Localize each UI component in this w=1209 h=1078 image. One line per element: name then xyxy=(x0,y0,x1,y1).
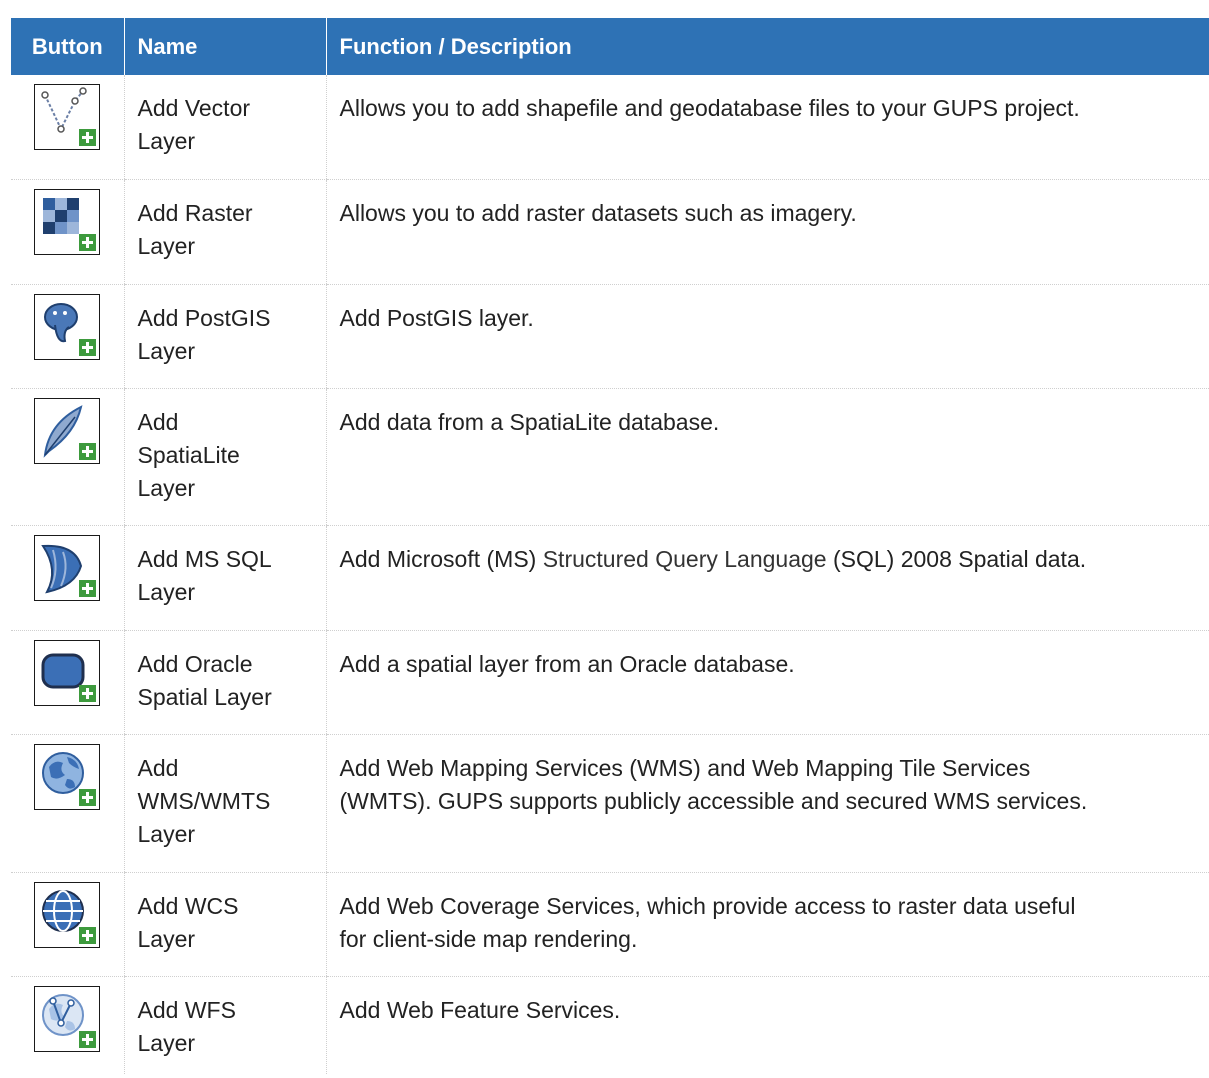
add-mssql-layer-button[interactable] xyxy=(34,534,101,601)
name-line: Add Vector xyxy=(137,95,251,121)
description-line: for client-side map rendering. xyxy=(339,925,638,952)
button-cell xyxy=(11,284,124,389)
name-line: Layer xyxy=(137,1029,196,1056)
name-line: Add xyxy=(137,754,179,781)
add-wms-layer-icon xyxy=(42,751,97,806)
name-cell: Add WFS Layer xyxy=(123,976,326,1074)
name-line: Add Oracle xyxy=(137,650,253,677)
add-raster-layer-icon xyxy=(43,197,97,251)
sql-glossary-link[interactable]: Structured Query Language xyxy=(543,546,827,572)
table-row: Add Oracle Spatial Layer Add a spatial l… xyxy=(11,630,1209,735)
description-line: Add Web Mapping Services (WMS) and Web M… xyxy=(339,754,1031,781)
name-cell: Add Vector Layer xyxy=(123,75,326,180)
description-line: Add Web Coverage Services, which provide… xyxy=(339,892,1076,919)
description-line: Allows you to add shapefile and geodatab… xyxy=(339,95,1080,121)
name-cell: Add Oracle Spatial Layer xyxy=(123,630,326,735)
name-line: WMS/WMTS xyxy=(137,787,271,814)
table-row: Add PostGIS Layer Add PostGIS layer. xyxy=(11,284,1209,389)
add-wcs-layer-button[interactable] xyxy=(34,881,101,948)
table-row: Add WMS/WMTS Layer Add Web Mapping Servi… xyxy=(11,734,1209,873)
add-wms-layer-button[interactable] xyxy=(34,743,101,810)
description-cell: Add PostGIS layer. xyxy=(325,284,1209,389)
table-row: Add WFS Layer Add Web Feature Services. xyxy=(11,976,1209,1074)
name-line: Add xyxy=(137,408,179,435)
description-text: (SQL) 2008 Spatial data. xyxy=(826,545,1087,572)
table-header: Button Name Function / Description xyxy=(11,18,1209,75)
name-line: SpatiaLite xyxy=(137,441,240,468)
button-cell xyxy=(11,976,124,1074)
add-postgis-layer-button[interactable] xyxy=(34,293,101,360)
name-line: Layer xyxy=(137,925,196,952)
button-cell xyxy=(11,872,124,977)
description-cell: Add a spatial layer from an Oracle datab… xyxy=(325,630,1209,735)
name-cell: Add Raster Layer xyxy=(123,179,326,285)
name-cell: Add WCS Layer xyxy=(123,872,326,977)
add-postgis-layer-icon xyxy=(44,302,97,356)
add-vector-layer-button[interactable] xyxy=(34,84,101,150)
description-line: Allows you to add raster datasets such a… xyxy=(339,199,857,226)
add-oracle-layer-icon xyxy=(41,653,97,702)
description-cell: Add Web Coverage Services, which provide… xyxy=(325,872,1209,977)
name-line: Add WFS xyxy=(137,996,236,1023)
description-cell: Allows you to add shapefile and geodatab… xyxy=(325,75,1209,180)
name-line: Layer xyxy=(137,578,196,605)
description-line: Add data from a SpatiaLite database. xyxy=(339,408,720,435)
name-line: Add PostGIS xyxy=(137,304,271,331)
description-cell: Add data from a SpatiaLite database. xyxy=(325,388,1209,526)
name-line: Layer xyxy=(137,820,196,847)
table-row: Add WCS Layer Add Web Coverage Services,… xyxy=(11,872,1209,977)
add-wfs-layer-button[interactable] xyxy=(34,985,101,1052)
description-text: Add Microsoft (MS) xyxy=(339,545,543,572)
description-line: Add PostGIS layer. xyxy=(339,304,534,331)
button-cell xyxy=(11,388,124,526)
add-mssql-layer-icon xyxy=(41,544,97,597)
description-line: Add Microsoft (MS) Structured Query Lang… xyxy=(340,543,1209,576)
button-cell xyxy=(11,75,124,180)
description-cell: Add Web Mapping Services (WMS) and Web M… xyxy=(325,734,1209,873)
button-cell xyxy=(11,734,124,873)
name-cell: Add PostGIS Layer xyxy=(123,284,326,389)
name-cell: Add WMS/WMTS Layer xyxy=(123,734,326,873)
name-cell: Add SpatiaLite Layer xyxy=(123,388,326,526)
add-oracle-layer-button[interactable] xyxy=(34,639,101,706)
button-cell xyxy=(11,179,124,285)
name-line: Spatial Layer xyxy=(137,683,272,710)
toolbar-buttons-table: Button Name Function / Description Add V… xyxy=(11,18,1209,1074)
description-line: Add a spatial layer from an Oracle datab… xyxy=(339,650,795,677)
table-row: Add Vector Layer Allows you to add shape… xyxy=(11,75,1209,180)
add-spatialite-layer-icon xyxy=(43,404,97,460)
name-cell: Add MS SQL Layer xyxy=(123,525,326,631)
add-vector-layer-icon xyxy=(41,87,97,146)
description-line: Add Web Feature Services. xyxy=(339,996,621,1023)
add-raster-layer-button[interactable] xyxy=(34,188,101,255)
table-row: Add Raster Layer Allows you to add raste… xyxy=(11,179,1209,285)
add-wfs-layer-icon xyxy=(42,993,97,1048)
name-line: Layer xyxy=(137,232,196,259)
header-button: Button xyxy=(11,18,124,75)
description-line: (WMTS). GUPS supports publicly accessibl… xyxy=(339,787,1088,814)
table-row: Add MS SQL Layer Add Microsoft (MS) Stru… xyxy=(11,525,1209,631)
name-line: Layer xyxy=(137,128,196,154)
description-cell: Add Web Feature Services. xyxy=(325,976,1209,1074)
name-line: Add MS SQL xyxy=(137,545,272,572)
header-name: Name xyxy=(123,18,326,75)
button-cell xyxy=(11,630,124,735)
name-line: Layer xyxy=(137,474,196,501)
table-row: Add SpatiaLite Layer Add data from a Spa… xyxy=(11,388,1209,526)
name-line: Add Raster xyxy=(137,199,253,226)
header-description: Function / Description xyxy=(325,18,1209,75)
header-row: Button Name Function / Description xyxy=(11,18,1209,75)
description-cell: Allows you to add raster datasets such a… xyxy=(325,179,1209,285)
name-line: Add WCS xyxy=(137,892,239,919)
name-line: Layer xyxy=(137,337,196,364)
description-cell: Add Microsoft (MS) Structured Query Lang… xyxy=(325,525,1209,631)
button-cell xyxy=(11,525,124,631)
add-spatialite-layer-button[interactable] xyxy=(34,397,101,464)
add-wcs-layer-icon xyxy=(42,889,97,944)
